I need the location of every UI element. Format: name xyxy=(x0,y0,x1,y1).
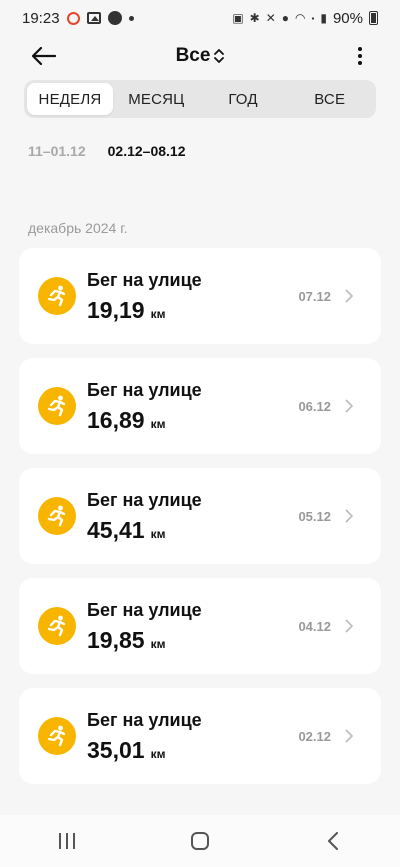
more-dot-icon xyxy=(358,61,362,65)
workout-distance: 45,41 км xyxy=(87,517,165,544)
more-dot-icon xyxy=(358,47,362,51)
workout-card[interactable]: Бег на улице 16,89 км 06.12 xyxy=(19,358,381,454)
month-section-label: декабрь 2024 г. xyxy=(28,220,128,236)
system-back-button[interactable] xyxy=(303,821,363,861)
chevron-right-icon xyxy=(345,619,353,633)
battery-icon xyxy=(369,11,378,25)
battery-percent: 90% xyxy=(332,9,363,27)
recents-icon xyxy=(58,833,75,849)
dot-icon xyxy=(128,15,134,21)
workout-title: Бег на улице xyxy=(87,600,202,620)
chevron-right-icon xyxy=(345,399,353,413)
back-button[interactable] xyxy=(30,44,58,68)
week-current[interactable]: 02.12–08.12 xyxy=(108,143,186,159)
more-dot-icon xyxy=(358,54,362,58)
workout-date: 02.12 xyxy=(298,729,331,744)
chevron-right-icon xyxy=(345,729,353,743)
chevron-left-icon xyxy=(328,832,339,850)
chevron-right-icon xyxy=(345,289,353,303)
distance-unit: км xyxy=(150,747,166,761)
wifi-icon: ◠ xyxy=(295,11,306,25)
running-icon xyxy=(38,497,76,535)
workout-distance: 16,89 км xyxy=(87,407,165,434)
tab-year[interactable]: ГОД xyxy=(200,83,287,115)
workout-date: 06.12 xyxy=(298,399,331,414)
bluetooth-icon: ✱ xyxy=(249,11,260,25)
distance-value: 19,85 xyxy=(87,627,145,653)
page-title: Все xyxy=(175,45,211,66)
workout-card[interactable]: Бег на улице 19,19 км 07.12 xyxy=(19,248,381,344)
more-options-button[interactable] xyxy=(350,44,370,68)
volte-icon: ▪ xyxy=(311,13,315,23)
workout-date: 07.12 xyxy=(298,289,331,304)
status-time: 19:23 xyxy=(22,9,60,27)
workout-title: Бег на улице xyxy=(87,380,202,400)
running-icon xyxy=(38,387,76,425)
mute-icon: ✕ xyxy=(265,11,276,25)
system-nav-bar xyxy=(0,815,400,867)
workout-distance: 35,01 км xyxy=(87,737,165,764)
distance-value: 19,19 xyxy=(87,297,145,323)
back-arrow-icon xyxy=(32,47,56,65)
distance-unit: км xyxy=(150,307,166,321)
status-right: ▣ ✱ ✕ ● ◠ ▪ ▮ 90% xyxy=(232,10,378,27)
workout-distance: 19,85 км xyxy=(87,627,165,654)
ring-icon xyxy=(66,11,80,25)
workout-title: Бег на улице xyxy=(87,490,202,510)
period-tabs: НЕДЕЛЯ МЕСЯЦ ГОД ВСЕ xyxy=(24,80,376,118)
tab-week[interactable]: НЕДЕЛЯ xyxy=(27,83,113,115)
running-icon xyxy=(38,607,76,645)
workout-card[interactable]: Бег на улице 45,41 км 05.12 xyxy=(19,468,381,564)
tab-month[interactable]: МЕСЯЦ xyxy=(113,83,200,115)
chevron-up-down-icon xyxy=(214,49,225,63)
distance-value: 35,01 xyxy=(87,737,145,763)
app-header: Все xyxy=(0,36,400,76)
recents-button[interactable] xyxy=(37,821,97,861)
workout-date: 04.12 xyxy=(298,619,331,634)
distance-unit: км xyxy=(150,637,166,651)
distance-value: 45,41 xyxy=(87,517,145,543)
home-button[interactable] xyxy=(170,821,230,861)
status-bar: 19:23 ▣ ✱ ✕ ● ◠ ▪ ▮ 90% xyxy=(0,0,400,36)
distance-unit: км xyxy=(150,417,166,431)
nfc-icon: ▣ xyxy=(232,11,244,25)
workout-title: Бег на улице xyxy=(87,270,202,290)
workout-distance: 19,19 км xyxy=(87,297,165,324)
workout-card[interactable]: Бег на улице 35,01 км 02.12 xyxy=(19,688,381,784)
chevron-right-icon xyxy=(345,509,353,523)
status-left: 19:23 xyxy=(22,10,134,27)
mountain-icon xyxy=(107,11,122,25)
workout-date: 05.12 xyxy=(298,509,331,524)
workout-list: Бег на улице 19,19 км 07.12 Бег на улице… xyxy=(19,248,381,798)
running-icon xyxy=(38,717,76,755)
workout-title: Бег на улице xyxy=(87,710,202,730)
workout-card[interactable]: Бег на улице 19,85 км 04.12 xyxy=(19,578,381,674)
distance-value: 16,89 xyxy=(87,407,145,433)
week-previous[interactable]: 11–01.12 xyxy=(28,143,86,159)
week-selector: 11–01.12 02.12–08.12 xyxy=(28,143,185,159)
distance-unit: км xyxy=(150,527,166,541)
running-icon xyxy=(38,277,76,315)
signal-icon: ▮ xyxy=(320,11,327,25)
tab-all[interactable]: ВСЕ xyxy=(286,83,373,115)
location-icon: ● xyxy=(281,11,290,25)
gallery-icon xyxy=(86,12,101,24)
filter-dropdown[interactable]: Все xyxy=(176,45,225,67)
home-icon xyxy=(190,832,209,850)
